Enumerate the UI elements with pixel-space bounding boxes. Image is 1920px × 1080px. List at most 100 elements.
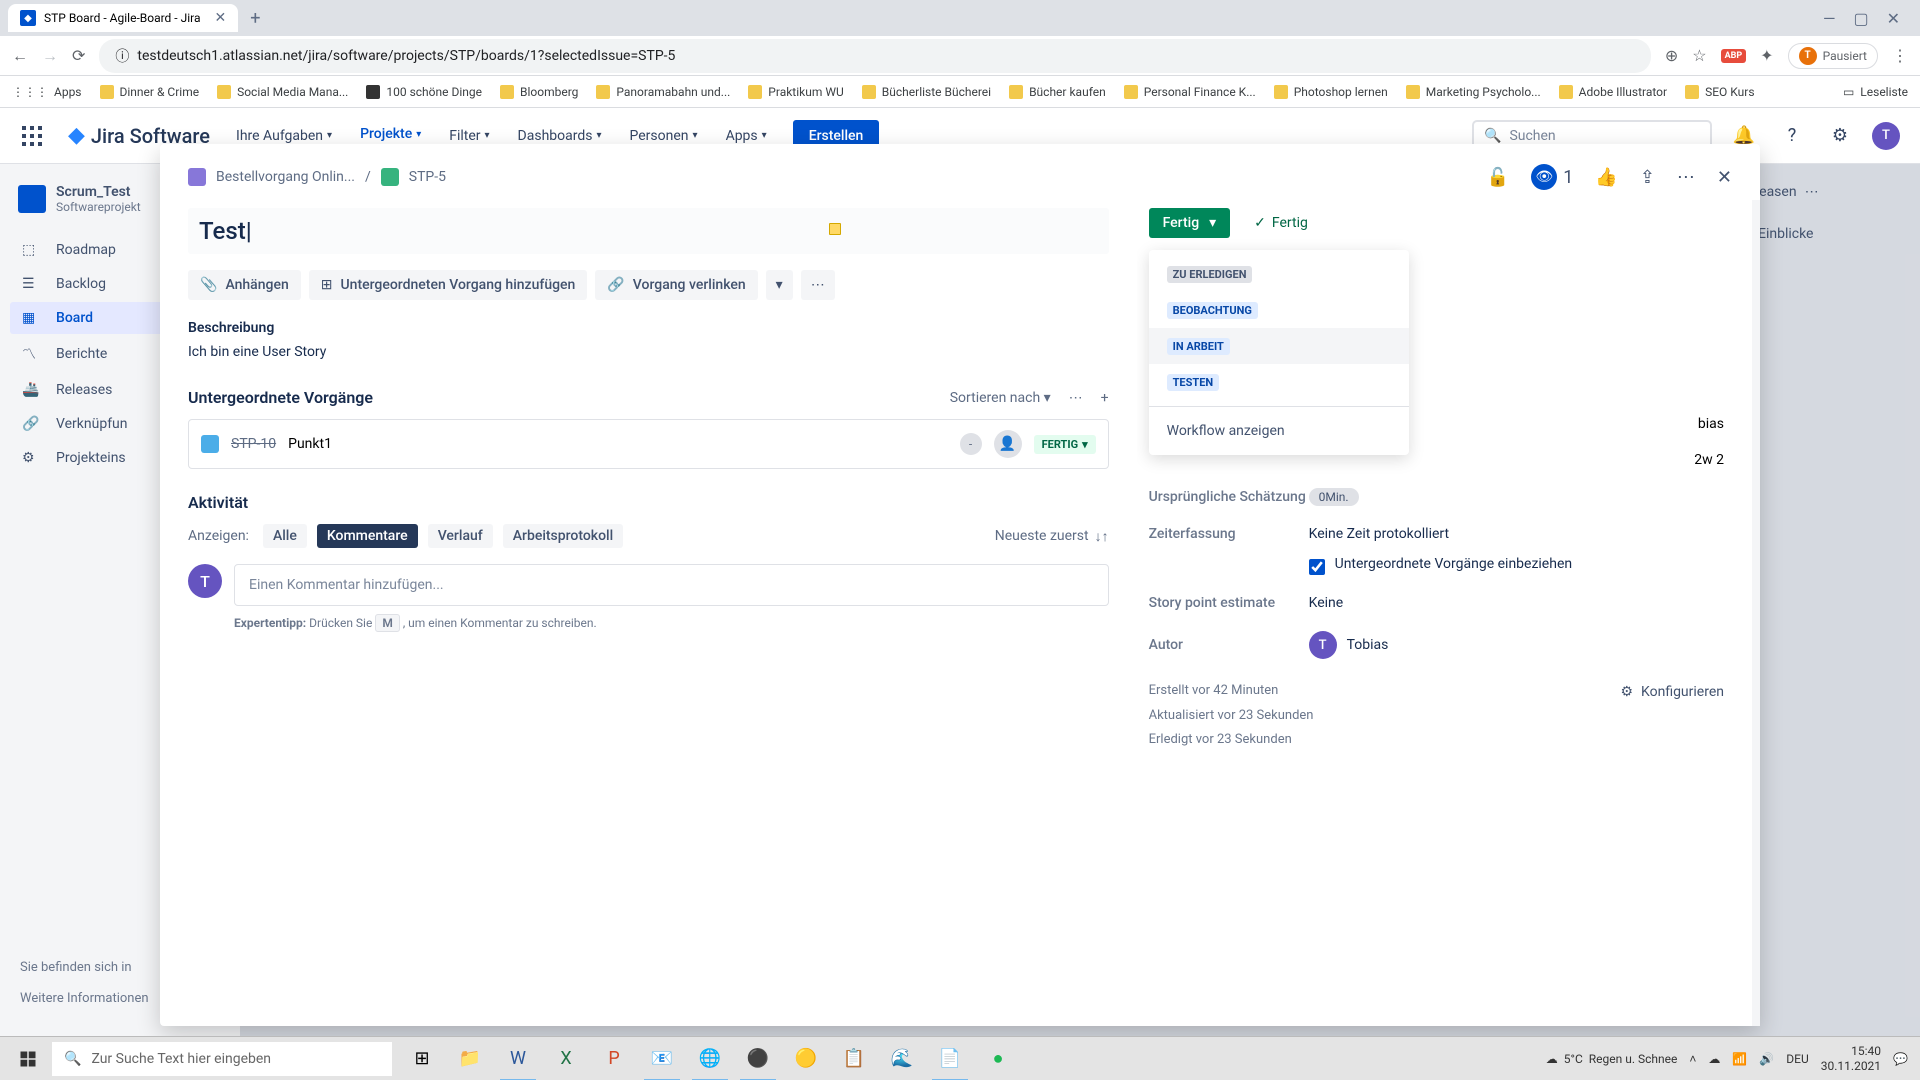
configure-button[interactable]: ⚙ Konfigurieren — [1620, 679, 1724, 706]
taskbar-search[interactable]: 🔍 Zur Suche Text hier eingeben — [52, 1042, 392, 1076]
watch-button[interactable]: 👁1 — [1531, 164, 1573, 190]
minimize-icon[interactable]: — — [1823, 9, 1836, 28]
app-icon-2[interactable]: 📋 — [830, 1037, 878, 1080]
spotify-icon[interactable]: ● — [974, 1037, 1022, 1080]
bookmark-item[interactable]: Social Media Mana... — [217, 85, 348, 99]
bookmark-item[interactable]: Bücherliste Bücherei — [862, 85, 991, 99]
edge-icon[interactable]: 🌊 — [878, 1037, 926, 1080]
tray-chevron-icon[interactable]: ˄ — [1689, 1052, 1696, 1066]
sort-subtasks-button[interactable]: Sortieren nach ▾ — [950, 390, 1051, 406]
close-dialog-icon[interactable]: ✕ — [1717, 167, 1732, 188]
close-window-icon[interactable]: ✕ — [1887, 9, 1900, 28]
add-subtask-icon[interactable]: + — [1101, 390, 1109, 406]
app-switcher-icon[interactable] — [20, 124, 44, 148]
app-icon[interactable]: 🟡 — [782, 1037, 830, 1080]
share-icon[interactable]: ⇪ — [1640, 167, 1655, 188]
subtask-assignee-avatar[interactable]: 👤 — [994, 430, 1022, 458]
bookmark-star-icon[interactable]: ☆ — [1692, 46, 1706, 65]
attach-button[interactable]: 📎Anhängen — [188, 270, 301, 300]
abp-extension-icon[interactable]: ABP — [1721, 49, 1747, 63]
tab-history[interactable]: Verlauf — [428, 524, 493, 548]
more-button[interactable]: ⋯ — [801, 270, 835, 300]
bookmark-item[interactable]: 100 schöne Dinge — [366, 85, 482, 99]
bookmark-item[interactable]: SEO Kurs — [1685, 85, 1754, 99]
bookmark-item[interactable]: Bücher kaufen — [1009, 85, 1106, 99]
help-icon[interactable]: ? — [1776, 120, 1808, 152]
url-input[interactable]: ⓘ testdeutsch1.atlassian.net/jira/softwa… — [99, 39, 1650, 73]
apps-bookmark[interactable]: ⋮⋮⋮ Apps — [12, 85, 82, 99]
weather-widget[interactable]: ☁ 5°C Regen u. Schnee — [1546, 1052, 1678, 1066]
tab-worklog[interactable]: Arbeitsprotokoll — [503, 524, 623, 548]
excel-icon[interactable]: X — [542, 1037, 590, 1080]
forward-button[interactable]: → — [42, 46, 58, 66]
mail-icon[interactable]: 📧 — [638, 1037, 686, 1080]
issue-title-input[interactable]: Test| — [188, 208, 1109, 254]
status-option-watch[interactable]: BEOBACHTUNG — [1149, 292, 1409, 328]
bookmark-item[interactable]: Dinner & Crime — [100, 85, 200, 99]
bookmark-item[interactable]: Bloomberg — [500, 85, 578, 99]
description-text[interactable]: Ich bin eine User Story — [188, 344, 1109, 360]
profile-paused-button[interactable]: TPausiert — [1788, 43, 1878, 69]
bookmark-item[interactable]: Marketing Psycholo... — [1406, 85, 1541, 99]
estimate-value[interactable]: 0Min. — [1309, 488, 1359, 506]
word-icon[interactable]: W — [494, 1037, 542, 1080]
file-explorer-icon[interactable]: 📁 — [446, 1037, 494, 1080]
include-subtasks-checkbox[interactable] — [1309, 559, 1325, 575]
chevron-down-icon: ▾ — [1209, 215, 1216, 231]
subtask-status-badge[interactable]: FERTIG▾ — [1034, 435, 1096, 454]
issue-key[interactable]: STP-5 — [409, 169, 446, 185]
chrome-menu-icon[interactable]: ⋮ — [1892, 46, 1908, 65]
task-view-icon[interactable]: ⊞ — [398, 1037, 446, 1080]
link-issue-button[interactable]: 🔗Vorgang verlinken — [595, 270, 757, 300]
comment-input[interactable]: Einen Kommentar hinzufügen... — [234, 564, 1109, 606]
reload-button[interactable]: ⟳ — [72, 46, 85, 65]
status-option-test[interactable]: TESTEN — [1149, 364, 1409, 400]
bookmark-item[interactable]: Praktikum WU — [748, 85, 843, 99]
extensions-icon[interactable]: ✦ — [1760, 46, 1773, 65]
language-indicator[interactable]: DEU — [1786, 1052, 1808, 1066]
clock[interactable]: 15:40 30.11.2021 — [1821, 1044, 1881, 1073]
subtask-menu-icon[interactable]: ⋯ — [1069, 390, 1083, 406]
subtask-key[interactable]: STP-10 — [231, 436, 276, 452]
zoom-icon[interactable]: ⊕ — [1665, 46, 1678, 65]
notepad-icon[interactable]: 📄 — [926, 1037, 974, 1080]
tab-all[interactable]: Alle — [263, 524, 307, 548]
settings-icon[interactable]: ⚙ — [1824, 120, 1856, 152]
storypoints-value[interactable]: Keine — [1309, 595, 1724, 611]
powerpoint-icon[interactable]: P — [590, 1037, 638, 1080]
tab-comments[interactable]: Kommentare — [317, 524, 418, 548]
wifi-icon[interactable]: 📶 — [1732, 1052, 1747, 1066]
epic-link[interactable]: Bestellvorgang Onlin... — [216, 169, 355, 185]
back-button[interactable]: ← — [12, 46, 28, 66]
subtask-type-icon — [201, 435, 219, 453]
status-option-todo[interactable]: ZU ERLEDIGEN — [1149, 256, 1409, 292]
browser-tab[interactable]: ◆ STP Board - Agile-Board - Jira ✕ — [8, 4, 238, 32]
add-subtask-button[interactable]: ⊞Untergeordneten Vorgang hinzufügen — [309, 270, 588, 300]
obs-icon[interactable]: ⚫ — [734, 1037, 782, 1080]
like-icon[interactable]: 👍 — [1595, 167, 1617, 188]
maximize-icon[interactable]: ▢ — [1853, 9, 1868, 28]
volume-icon[interactable]: 🔊 — [1759, 1052, 1774, 1066]
bookmark-item[interactable]: Panoramabahn und... — [596, 85, 730, 99]
lock-icon[interactable]: 🔓 — [1487, 167, 1509, 188]
status-option-inprogress[interactable]: IN ARBEIT — [1149, 328, 1409, 364]
more-actions-icon[interactable]: ⋯ — [1677, 167, 1695, 188]
link-dropdown-button[interactable]: ▾ — [766, 270, 793, 300]
bookmark-item[interactable]: Photoshop lernen — [1274, 85, 1388, 99]
sort-newest-button[interactable]: Neueste zuerst ↓↑ — [995, 528, 1109, 545]
new-tab-button[interactable]: + — [250, 8, 260, 29]
bookmark-item[interactable]: Personal Finance K... — [1124, 85, 1256, 99]
notifications-tray-icon[interactable]: 💬 — [1893, 1052, 1908, 1066]
bookmark-item[interactable]: Adobe Illustrator — [1559, 85, 1667, 99]
reading-list-button[interactable]: ▭ Leseliste — [1843, 85, 1908, 99]
onedrive-icon[interactable]: ☁ — [1708, 1052, 1720, 1066]
profile-avatar[interactable]: T — [1872, 122, 1900, 150]
site-info-icon[interactable]: ⓘ — [115, 46, 129, 66]
chrome-icon[interactable]: 🌐 — [686, 1037, 734, 1080]
status-dropdown-button[interactable]: Fertig▾ — [1149, 208, 1231, 238]
close-tab-icon[interactable]: ✕ — [215, 10, 227, 26]
subtask-row[interactable]: STP-10 Punkt1 - 👤 FERTIG▾ — [188, 419, 1109, 469]
start-button[interactable] — [4, 1037, 52, 1080]
tracking-value[interactable]: Keine Zeit protokolliert — [1309, 526, 1449, 542]
view-workflow-link[interactable]: Workflow anzeigen — [1149, 413, 1409, 449]
